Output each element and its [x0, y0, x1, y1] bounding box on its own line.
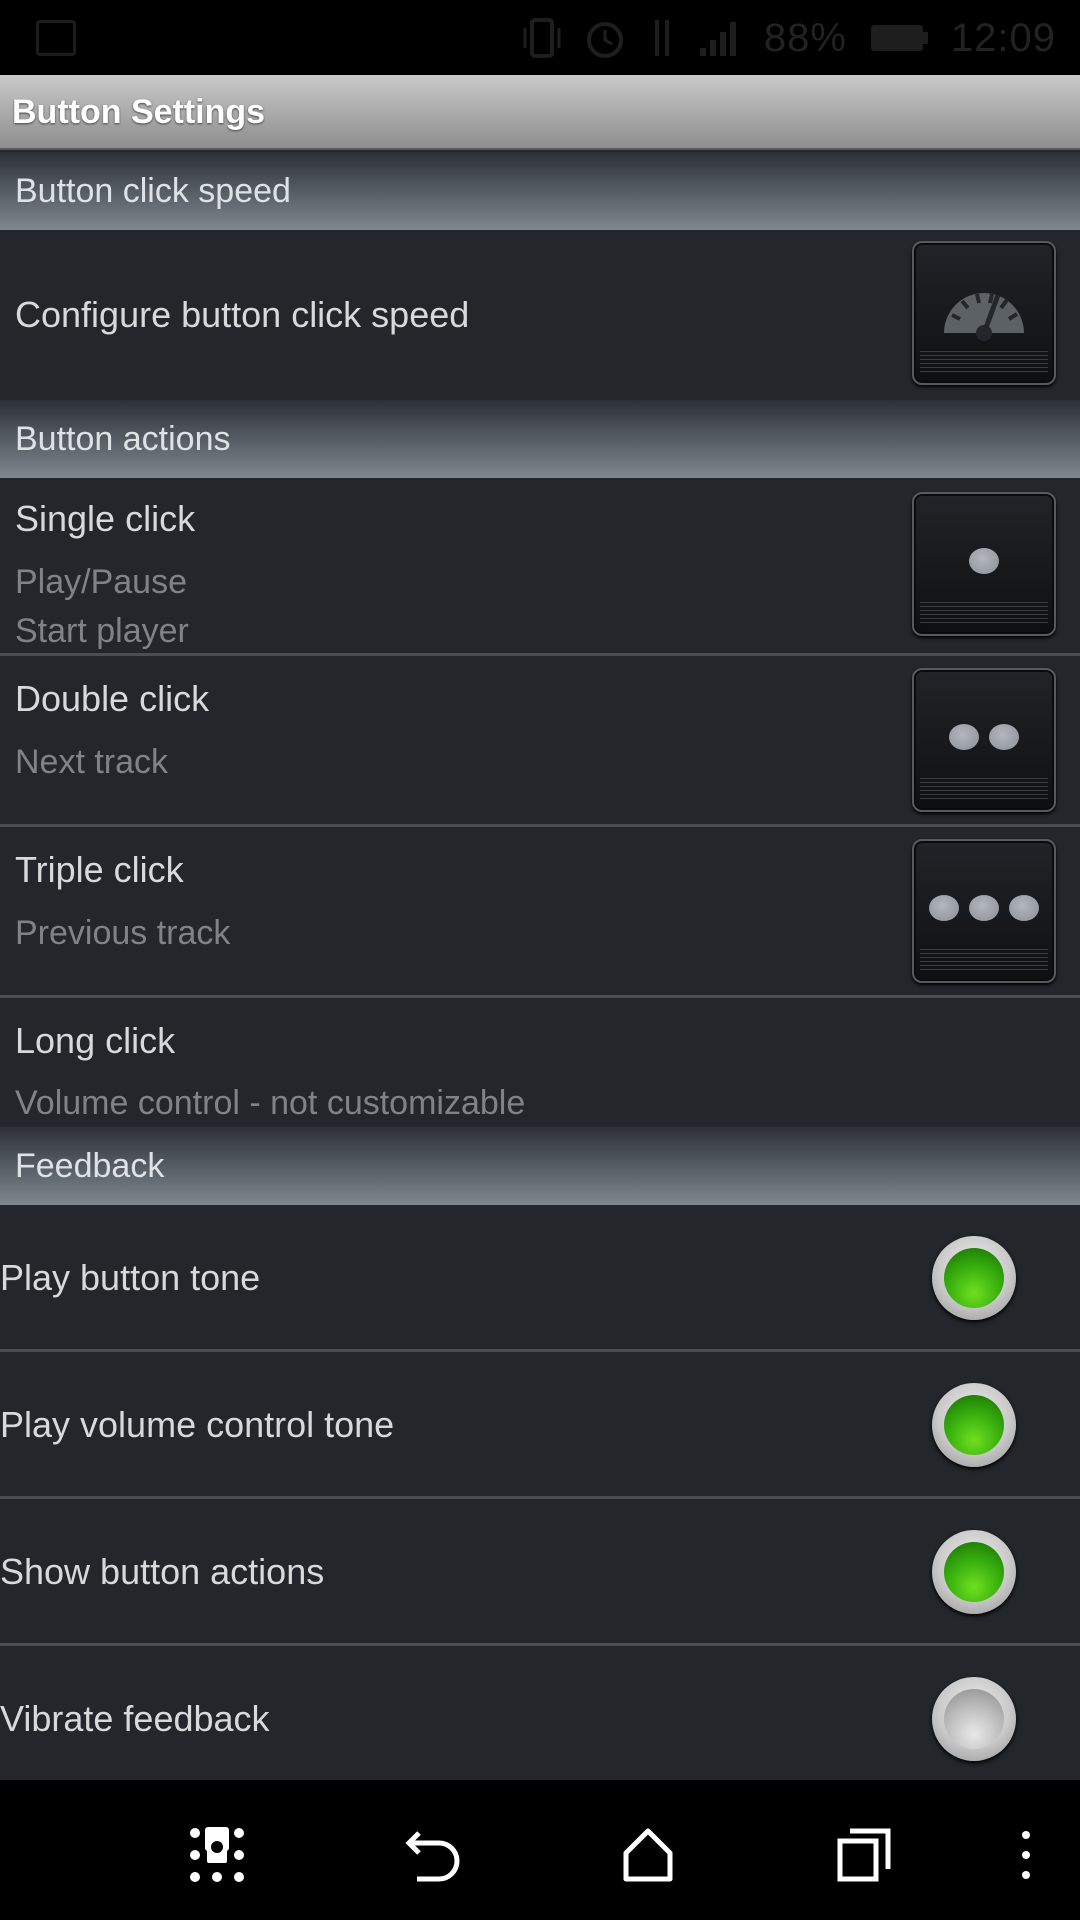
overflow-menu-icon — [1022, 1831, 1030, 1879]
show-button-actions-row[interactable]: Show button actions — [0, 1499, 1080, 1646]
alarm-icon — [586, 22, 623, 58]
recents-button[interactable] — [829, 1820, 899, 1890]
home-button[interactable] — [613, 1820, 683, 1890]
recents-icon — [837, 1828, 891, 1882]
single-click-row[interactable]: Single click Play/Pause Start player — [0, 478, 1080, 656]
row-subtitle: Next track — [15, 743, 169, 781]
section-header-feedback: Feedback — [0, 1127, 1080, 1205]
home-icon — [623, 1828, 673, 1882]
row-title: Long click — [15, 1020, 176, 1061]
data-icon — [654, 20, 669, 56]
triple-click-button[interactable] — [912, 839, 1056, 983]
app-drawer-button[interactable] — [182, 1820, 252, 1890]
signal-icon — [699, 22, 736, 56]
overflow-menu-button[interactable] — [1004, 1820, 1048, 1890]
row-subtitle: Previous track — [15, 914, 231, 952]
play-volume-tone-row[interactable]: Play volume control tone — [0, 1352, 1080, 1499]
vibrate-feedback-toggle[interactable] — [932, 1677, 1016, 1761]
play-volume-tone-toggle[interactable] — [932, 1383, 1016, 1467]
section-header-click-speed: Button click speed — [0, 152, 1080, 230]
show-button-actions-toggle[interactable] — [932, 1530, 1016, 1614]
row-subtitle: Play/Pause — [15, 563, 187, 601]
row-label: Show button actions — [0, 1551, 325, 1592]
section-title: Button click speed — [15, 172, 291, 210]
single-dot-icon — [914, 548, 1054, 574]
triple-click-row[interactable]: Triple click Previous track — [0, 827, 1080, 998]
double-click-row[interactable]: Double click Next track — [0, 656, 1080, 827]
row-title: Configure button click speed — [15, 294, 470, 335]
vibrate-feedback-row[interactable]: Vibrate feedback — [0, 1646, 1080, 1780]
vibrate-icon — [523, 18, 561, 58]
section-title: Feedback — [15, 1147, 165, 1185]
page-title: Button Settings — [12, 93, 266, 131]
triple-dot-icon — [914, 895, 1054, 921]
tile-stripes — [920, 778, 1048, 800]
play-button-tone-row[interactable]: Play button tone — [0, 1205, 1080, 1352]
battery-icon — [870, 25, 928, 51]
row-subtitle: Volume control - not customizable — [15, 1084, 526, 1122]
double-dot-icon — [914, 724, 1054, 750]
row-title: Triple click — [15, 849, 184, 890]
single-click-button[interactable] — [912, 492, 1056, 636]
navigation-bar — [0, 1780, 1080, 1920]
notification-icon — [36, 20, 76, 56]
tile-stripes — [920, 949, 1048, 971]
title-bar: Button Settings — [0, 75, 1080, 150]
click-speed-row[interactable]: Configure button click speed — [0, 230, 1080, 400]
tile-stripes — [920, 602, 1048, 624]
row-subtitle-secondary: Start player — [15, 612, 189, 650]
status-bar: 88% 12:09 — [0, 0, 1080, 75]
long-click-row: Long click Volume control - not customiz… — [0, 998, 1080, 1130]
row-label: Play button tone — [0, 1257, 261, 1298]
clock: 12:09 — [950, 15, 1056, 60]
back-icon — [405, 1831, 460, 1882]
section-title: Button actions — [15, 420, 231, 458]
back-button[interactable] — [398, 1820, 468, 1890]
double-click-button[interactable] — [912, 668, 1056, 812]
row-label: Play volume control tone — [0, 1404, 395, 1445]
tile-stripes — [920, 351, 1048, 373]
row-title: Single click — [15, 498, 196, 539]
section-header-actions: Button actions — [0, 400, 1080, 478]
play-button-tone-toggle[interactable] — [932, 1236, 1016, 1320]
speedometer-icon — [944, 293, 1024, 341]
speed-button[interactable] — [912, 241, 1056, 385]
row-title: Double click — [15, 678, 210, 719]
battery-percent: 88% — [763, 15, 847, 60]
app-drawer-icon — [190, 1827, 244, 1882]
status-icons: 88% 12:09 — [522, 12, 1056, 64]
row-label: Vibrate feedback — [0, 1698, 270, 1739]
